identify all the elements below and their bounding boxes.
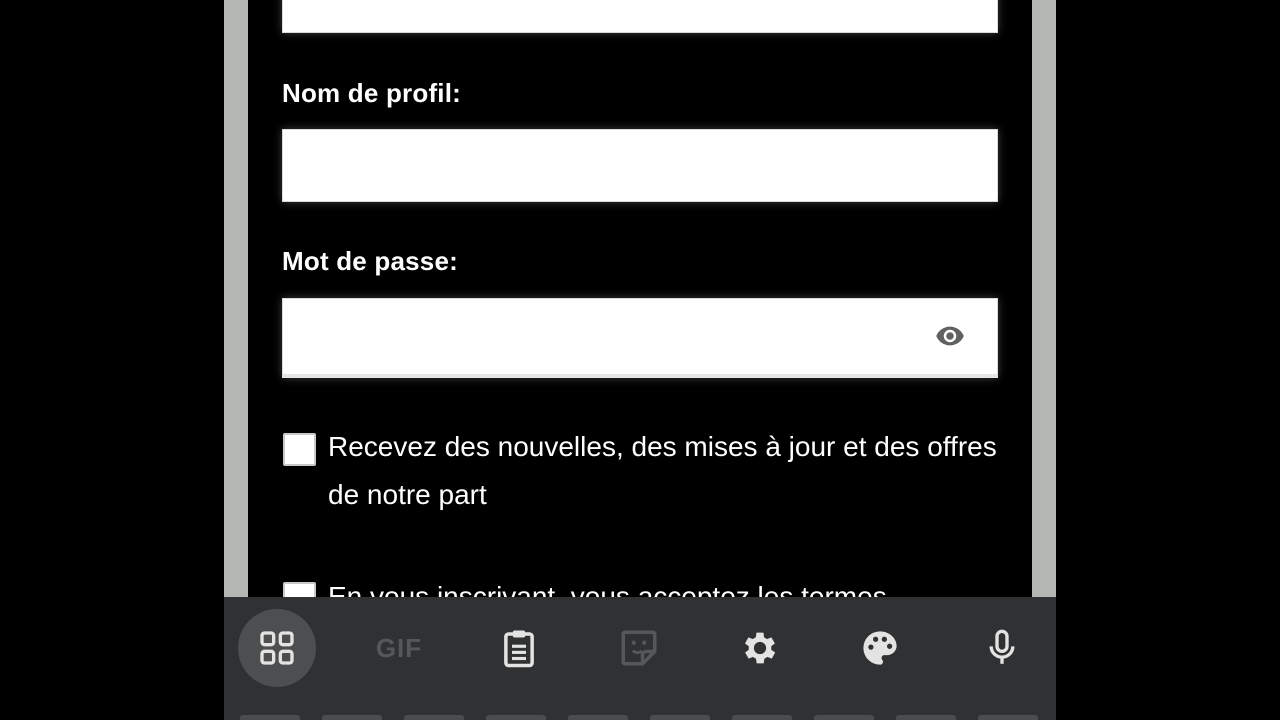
keyboard-key-row bbox=[224, 715, 1056, 720]
settings-button[interactable] bbox=[721, 609, 799, 687]
gear-icon bbox=[744, 632, 776, 664]
previous-field-input[interactable] bbox=[282, 0, 998, 33]
sticker-button[interactable] bbox=[600, 609, 678, 687]
theme-button[interactable] bbox=[841, 609, 919, 687]
key-cap[interactable] bbox=[568, 715, 628, 720]
terms-checkbox[interactable] bbox=[283, 582, 316, 597]
key-cap[interactable] bbox=[896, 715, 956, 720]
clipboard-icon bbox=[504, 630, 534, 668]
eye-icon[interactable] bbox=[931, 321, 969, 351]
password-input[interactable] bbox=[282, 298, 998, 378]
voice-input-button[interactable] bbox=[963, 609, 1041, 687]
clipboard-button[interactable] bbox=[480, 609, 558, 687]
profile-name-label: Nom de profil: bbox=[282, 78, 462, 108]
key-cap[interactable] bbox=[404, 715, 464, 720]
apps-grid-button[interactable] bbox=[238, 609, 316, 687]
newsletter-text: Recevez des nouvelles, des mises à jour … bbox=[328, 431, 997, 510]
profile-name-input[interactable] bbox=[282, 129, 998, 202]
gif-label: GIF bbox=[375, 632, 423, 663]
key-cap[interactable] bbox=[814, 715, 874, 720]
key-cap[interactable] bbox=[978, 715, 1038, 720]
signup-form: Nom de profil: Mot de passe: Recevez des… bbox=[248, 0, 1032, 597]
keyboard-toolbar: GIF bbox=[224, 597, 1056, 720]
sticker-icon bbox=[621, 630, 657, 666]
password-label: Mot de passe: bbox=[282, 246, 458, 276]
gif-button[interactable]: GIF bbox=[360, 609, 438, 687]
key-cap[interactable] bbox=[240, 715, 300, 720]
key-cap[interactable] bbox=[322, 715, 382, 720]
key-cap[interactable] bbox=[486, 715, 546, 720]
microphone-icon bbox=[989, 629, 1015, 664]
newsletter-checkbox[interactable] bbox=[283, 433, 316, 466]
palette-icon bbox=[863, 631, 897, 665]
screen: Nom de profil: Mot de passe: Recevez des… bbox=[0, 0, 1280, 720]
apps-grid-icon bbox=[260, 631, 294, 665]
terms-text: En vous inscrivant, vous acceptez les te… bbox=[328, 581, 887, 597]
key-cap[interactable] bbox=[650, 715, 710, 720]
key-cap[interactable] bbox=[732, 715, 792, 720]
